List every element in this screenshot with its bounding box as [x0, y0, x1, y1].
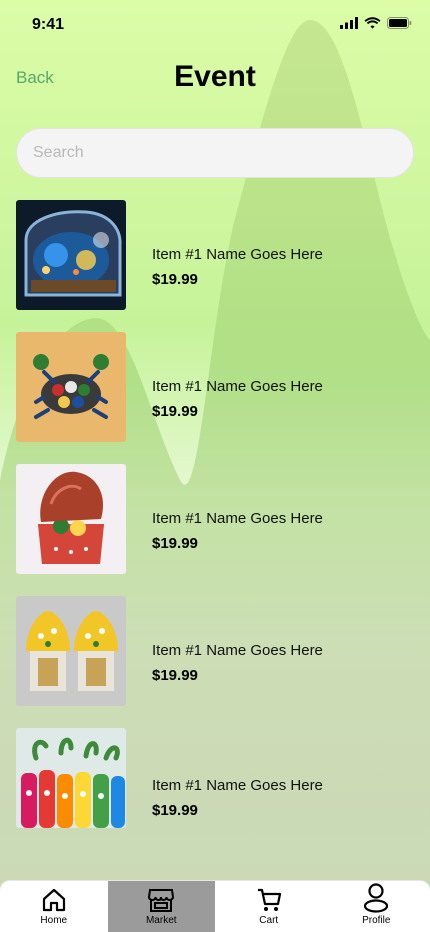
list-item[interactable]: Item #1 Name Goes Here $19.99 — [16, 728, 414, 860]
home-icon — [42, 888, 65, 912]
profile-icon — [364, 883, 389, 913]
item-price: $19.99 — [152, 802, 198, 819]
item-name: Item #1 Name Goes Here — [152, 246, 323, 263]
battery-icon — [387, 17, 412, 29]
item-price: $19.99 — [152, 667, 198, 684]
item-thumbnail — [16, 596, 126, 706]
search-input[interactable] — [16, 128, 414, 178]
list-item[interactable]: Item #1 Name Goes Here $19.99 — [16, 332, 414, 464]
status-icons — [340, 17, 412, 29]
tab-label: Market — [145, 915, 177, 926]
cart-icon — [257, 888, 281, 911]
item-name: Item #1 Name Goes Here — [152, 777, 323, 794]
status-bar: 9:41 — [0, 0, 430, 50]
tab-label: Home — [40, 915, 68, 926]
wifi-icon — [364, 17, 381, 29]
tab-home[interactable]: Home — [0, 881, 108, 932]
list-item[interactable]: Item #1 Name Goes Here $19.99 — [16, 464, 414, 596]
item-price: $19.99 — [152, 403, 198, 420]
tab-label: Cart — [259, 915, 279, 926]
item-list: Item #1 Name Goes Here $19.99 Item #1 Na… — [16, 200, 414, 860]
item-name: Item #1 Name Goes Here — [152, 510, 323, 527]
tab-profile[interactable]: Profile — [323, 881, 430, 932]
status-time: 9:41 — [32, 16, 65, 33]
bottom-tab-bar: Home Market Cart Profile — [0, 880, 430, 932]
tab-cart[interactable]: Cart — [215, 881, 323, 932]
list-item[interactable]: Item #1 Name Goes Here $19.99 — [16, 200, 414, 332]
signal-icon — [340, 17, 358, 29]
item-name: Item #1 Name Goes Here — [152, 378, 323, 395]
item-name: Item #1 Name Goes Here — [152, 642, 323, 659]
item-thumbnail — [16, 332, 126, 442]
item-thumbnail — [16, 464, 126, 574]
tab-label: Profile — [362, 915, 391, 926]
store-icon — [148, 889, 175, 912]
page-title: Event — [174, 60, 256, 93]
item-thumbnail — [16, 728, 126, 828]
list-item[interactable]: Item #1 Name Goes Here $19.99 — [16, 596, 414, 728]
item-price: $19.99 — [152, 535, 198, 552]
item-thumbnail — [16, 200, 126, 310]
tab-market[interactable]: Market — [107, 881, 215, 932]
item-price: $19.99 — [152, 271, 198, 288]
